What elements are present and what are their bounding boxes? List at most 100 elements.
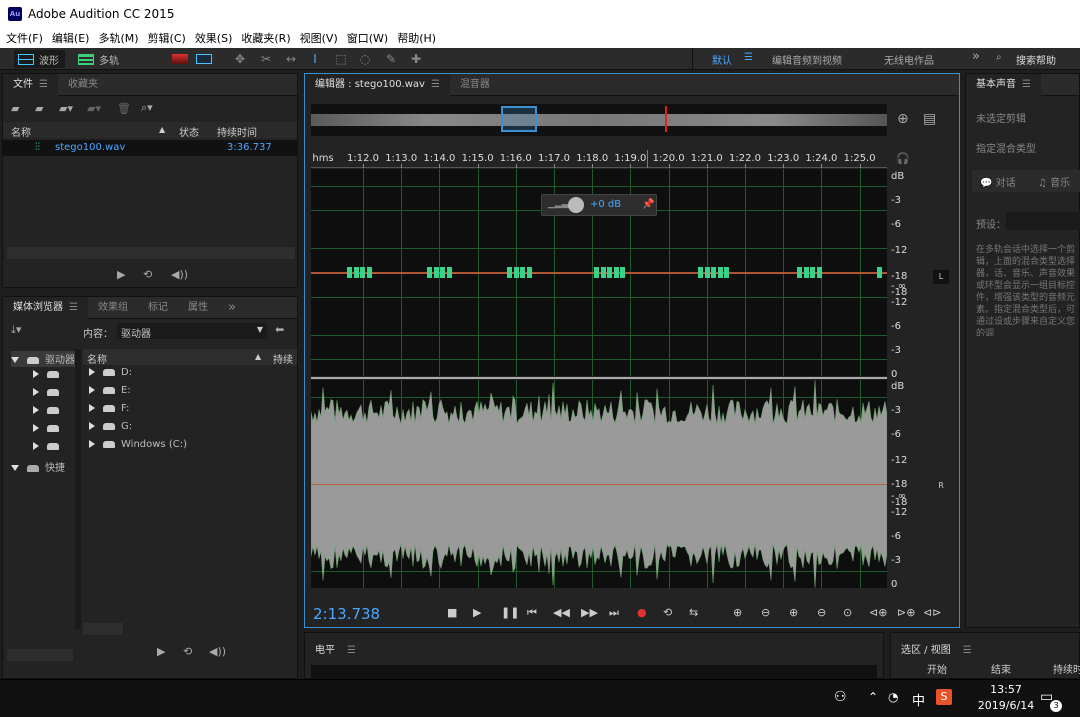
col-status[interactable]: 状态	[179, 124, 199, 139]
channel-right-badge[interactable]: R	[933, 479, 949, 493]
menu-edit[interactable]: 编辑(E)	[52, 30, 90, 46]
gain-knob[interactable]	[568, 197, 584, 213]
list-scrollbar[interactable]	[83, 623, 123, 635]
overview-waveform[interactable]	[311, 104, 887, 136]
headphones-icon[interactable]: 🎧	[896, 152, 910, 166]
tab-properties[interactable]: 属性	[178, 297, 218, 319]
dialogue-button[interactable]: 💬 对话	[980, 174, 1016, 189]
tab-files[interactable]: 文件 ☰	[3, 73, 58, 96]
zoom-in-point-icon[interactable]: ⊲⊕	[869, 606, 887, 620]
tree-item-drive[interactable]	[33, 423, 65, 439]
tree-item-drives[interactable]: 驱动器	[11, 351, 75, 367]
zoom-out-point-icon[interactable]: ⊳⊕	[897, 606, 915, 620]
play-icon[interactable]: ▶	[157, 645, 165, 659]
brush-tool-icon[interactable]: ✎	[383, 51, 399, 67]
menu-clip[interactable]: 剪辑(C)	[148, 30, 186, 46]
pause-icon[interactable]: ❚❚	[501, 606, 519, 620]
tree-item-drive[interactable]	[33, 387, 65, 403]
workspace-radio[interactable]: 无线电作品	[884, 52, 934, 67]
tray-chevron-icon[interactable]: ⌃	[868, 690, 878, 704]
ime-indicator[interactable]: 中	[912, 690, 925, 709]
media-panel-more-button[interactable]: »	[218, 297, 246, 319]
play-icon[interactable]: ▶	[117, 268, 125, 282]
skip-back-icon[interactable]: ⏮	[527, 606, 537, 620]
stop-icon[interactable]: ■	[447, 606, 457, 620]
list-item[interactable]: D:	[89, 367, 132, 383]
tab-effects-rack[interactable]: 效果组	[88, 297, 138, 319]
list-item[interactable]: Windows (C:)	[89, 439, 187, 455]
music-button[interactable]: ♫ 音乐	[1038, 174, 1070, 189]
spot-healing-icon[interactable]: ✚	[408, 51, 424, 67]
search-icon[interactable]: ⌕▾	[141, 101, 153, 115]
fast-forward-icon[interactable]: ▶▶	[581, 606, 598, 620]
time-ruler[interactable]: hms 1:12.0 1:13.0 1:14.0 1:15.0 1:16.0 1:17.0…	[311, 150, 887, 168]
loop-playback-icon[interactable]: ⟲	[663, 606, 672, 620]
workspace-more-button[interactable]: »	[972, 49, 980, 64]
play-icon[interactable]: ▶	[473, 606, 481, 620]
tree-item-drive[interactable]	[33, 405, 65, 421]
zoom-in-time-icon[interactable]: ⊕	[789, 606, 798, 620]
zoom-full-icon[interactable]: ⊙	[843, 606, 852, 620]
tree-scrollbar[interactable]	[7, 649, 73, 661]
tree-item-drive[interactable]	[33, 369, 65, 385]
tab-favorites[interactable]: 收藏夹	[58, 74, 108, 96]
spectral-frequency-icon[interactable]	[172, 54, 188, 64]
tree-splitter[interactable]	[75, 349, 81, 629]
list-item[interactable]: E:	[89, 385, 131, 401]
tree-item-shortcuts[interactable]: 快捷	[11, 459, 65, 475]
open-folder-icon[interactable]: ▰	[11, 102, 19, 116]
channel-divider[interactable]	[311, 377, 887, 379]
people-icon[interactable]: ⚇	[834, 689, 847, 705]
wifi-icon[interactable]: ◔	[888, 690, 898, 704]
razor-tool-icon[interactable]: ✂	[258, 51, 274, 67]
col-duration[interactable]: 持续时间	[217, 124, 257, 139]
file-row[interactable]: ⫶⫶ stego100.wav 3:36.737	[3, 140, 297, 156]
zoom-out-amplitude-icon[interactable]: ⊖	[761, 606, 770, 620]
tab-basic-sound[interactable]: 基本声音 ☰	[966, 73, 1041, 96]
overview-options-icon[interactable]: ▤	[923, 112, 936, 126]
files-scrollbar[interactable]	[7, 247, 295, 259]
download-icon[interactable]: ⤓▾	[11, 323, 21, 337]
time-selection-tool-icon[interactable]: I	[307, 51, 323, 67]
menu-help[interactable]: 帮助(H)	[397, 30, 436, 46]
menu-favorites[interactable]: 收藏夹(R)	[241, 30, 290, 46]
zoom-in-amplitude-icon[interactable]: ⊕	[733, 606, 742, 620]
spectral-pitch-icon[interactable]	[196, 54, 212, 64]
tab-mixer[interactable]: 混音器	[450, 74, 500, 96]
multitrack-mode-button[interactable]: 多轨	[74, 50, 125, 68]
waveform-channel-right[interactable]	[311, 380, 887, 588]
menu-window[interactable]: 窗口(W)	[347, 30, 388, 46]
zoom-reset-icon[interactable]: ⊕	[897, 112, 909, 126]
move-tool-icon[interactable]: ✥	[232, 51, 248, 67]
workspace-edit-video[interactable]: 编辑音频到视频	[772, 52, 842, 67]
zoom-out-time-icon[interactable]: ⊖	[817, 606, 826, 620]
gain-value[interactable]: +0 dB	[590, 199, 621, 210]
lasso-tool-icon[interactable]: ◌	[357, 51, 373, 67]
channel-left-badge[interactable]: L	[933, 270, 949, 284]
zoom-selection-icon[interactable]: ⊲⊳	[923, 606, 941, 620]
new-file-icon[interactable]: ▰▾	[59, 102, 73, 116]
record-icon[interactable]: ●	[637, 606, 647, 620]
waveform-mode-button[interactable]: 波形	[14, 50, 65, 68]
clock-time[interactable]: 13:57	[980, 683, 1032, 696]
menu-effects[interactable]: 效果(S)	[195, 30, 233, 46]
list-item[interactable]: F:	[89, 403, 129, 419]
autoplay-icon[interactable]: ◀))	[171, 268, 188, 282]
menu-view[interactable]: 视图(V)	[300, 30, 338, 46]
trash-icon[interactable]: 🗑	[117, 102, 131, 116]
skip-selection-icon[interactable]: ⇆	[689, 606, 698, 620]
col-name[interactable]: 名称	[11, 124, 31, 139]
col-duration[interactable]: 持续	[273, 351, 293, 366]
timecode-display[interactable]: 2:13.738	[313, 605, 380, 623]
workspace-menu-icon[interactable]: ☰	[744, 52, 753, 63]
tab-editor[interactable]: 编辑器 : stego100.wav ☰	[305, 73, 450, 96]
list-item[interactable]: G:	[89, 421, 132, 437]
import-icon[interactable]: ▰	[35, 102, 43, 116]
menu-file[interactable]: 文件(F)	[6, 30, 43, 46]
clock-date[interactable]: 2019/6/14	[966, 699, 1046, 712]
autoplay-icon[interactable]: ◀))	[209, 645, 226, 659]
rewind-icon[interactable]: ◀◀	[553, 606, 570, 620]
pin-icon[interactable]: 📌	[642, 199, 654, 210]
content-select[interactable]: 驱动器 ▼	[117, 323, 267, 340]
hud-gain[interactable]: ▁▂▃▅ +0 dB 📌	[541, 194, 657, 216]
